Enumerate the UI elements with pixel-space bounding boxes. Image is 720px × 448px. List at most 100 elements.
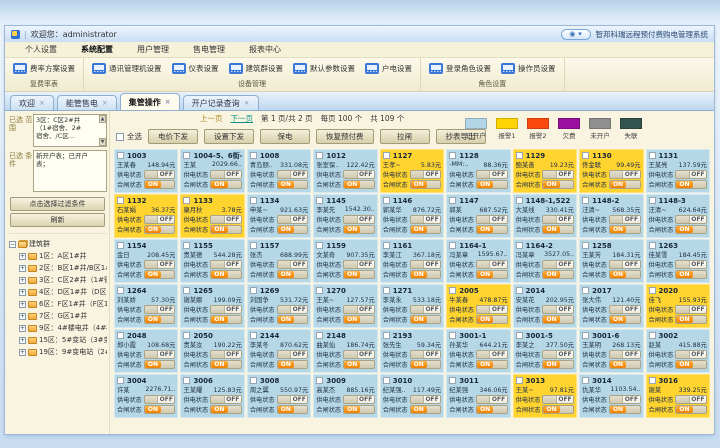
meter-card[interactable]: 1271 李某永 533.18元 供电状态 OFF 合闸状态 ON (380, 284, 444, 328)
switch-on-toggle[interactable]: ON (210, 315, 242, 324)
switch-on-toggle[interactable]: ON (144, 315, 176, 324)
tree-expander-icon[interactable]: + (19, 337, 26, 344)
switch-on-toggle[interactable]: ON (410, 360, 442, 369)
ribbon-button[interactable]: 户电设置 (360, 61, 417, 76)
switch-on-toggle[interactable]: ON (542, 315, 574, 324)
meter-card[interactable]: 1154 金日 208.45元 供电状态 OFF 合闸状态 ON (114, 239, 178, 283)
switch-on-toggle[interactable]: ON (542, 360, 574, 369)
supply-off-toggle[interactable]: OFF (210, 170, 242, 179)
switch-on-toggle[interactable]: ON (210, 180, 242, 189)
supply-off-toggle[interactable]: OFF (542, 350, 574, 359)
tree-item[interactable]: + 9区：4#楼电井（4#楼… (9, 322, 107, 334)
meter-card[interactable]: 1134 申某~ 921.63元 供电状态 OFF 合闸状态 ON (247, 194, 311, 238)
card-checkbox[interactable] (117, 152, 124, 159)
switch-on-toggle[interactable]: ON (410, 270, 442, 279)
select-all-checkbox[interactable] (116, 133, 124, 141)
supply-off-toggle[interactable]: OFF (343, 260, 375, 269)
supply-off-toggle[interactable]: OFF (675, 215, 707, 224)
tree-expander-icon[interactable]: + (19, 313, 26, 320)
switch-on-toggle[interactable]: ON (410, 180, 442, 189)
supply-off-toggle[interactable]: OFF (144, 350, 176, 359)
tree-expander-icon[interactable]: + (19, 289, 26, 296)
filter-select-button[interactable]: 点击选择过滤条件 (10, 197, 105, 211)
switch-on-toggle[interactable]: ON (609, 180, 641, 189)
tree-expander-icon[interactable]: + (19, 277, 26, 284)
ribbon-button[interactable]: 操作员设置 (496, 61, 561, 76)
tree-expander-icon[interactable]: + (19, 325, 26, 332)
card-checkbox[interactable] (117, 242, 124, 249)
card-checkbox[interactable] (250, 377, 257, 384)
switch-on-toggle[interactable]: ON (609, 315, 641, 324)
supply-off-toggle[interactable]: OFF (144, 305, 176, 314)
card-checkbox[interactable] (383, 242, 390, 249)
meter-card[interactable]: 2017 张大伟 121.40元 供电状态 OFF 合闸状态 ON (579, 284, 643, 328)
meter-card[interactable]: 3016 谢某 339.25元 供电状态 OFF 合闸状态 ON (646, 374, 710, 418)
supply-off-toggle[interactable]: OFF (277, 350, 309, 359)
next-page-link[interactable]: 下一页 (231, 113, 254, 124)
meter-card[interactable]: 1003 王某春 148.94元 供电状态 OFF 合闸状态 ON (114, 149, 178, 193)
supply-off-toggle[interactable]: OFF (675, 395, 707, 404)
ribbon-button[interactable]: 默认参数设置 (288, 61, 360, 76)
meter-card[interactable]: 1157 张杰 688.99元 供电状态 OFF 合闸状态 ON (247, 239, 311, 283)
switch-on-toggle[interactable]: ON (343, 360, 375, 369)
card-checkbox[interactable] (383, 332, 390, 339)
card-checkbox[interactable] (649, 377, 656, 384)
switch-on-toggle[interactable]: ON (210, 360, 242, 369)
supply-off-toggle[interactable]: OFF (277, 260, 309, 269)
card-checkbox[interactable] (582, 152, 589, 159)
card-checkbox[interactable] (649, 242, 656, 249)
supply-off-toggle[interactable]: OFF (343, 305, 375, 314)
card-checkbox[interactable] (516, 242, 523, 249)
card-checkbox[interactable] (649, 152, 656, 159)
switch-on-toggle[interactable]: ON (144, 405, 176, 414)
meter-card[interactable]: 1269 刘国争 531.72元 供电状态 OFF 合闸状态 ON (247, 284, 311, 328)
tab-close-icon[interactable]: × (39, 99, 45, 107)
meter-card[interactable]: 1128 -MM:.. 88.36元 供电状态 OFF 合闸状态 ON (446, 149, 510, 193)
card-checkbox[interactable] (383, 197, 390, 204)
switch-on-toggle[interactable]: ON (675, 270, 707, 279)
switch-on-toggle[interactable]: ON (609, 225, 641, 234)
supply-off-toggle[interactable]: OFF (675, 305, 707, 314)
card-checkbox[interactable] (316, 197, 323, 204)
card-checkbox[interactable] (516, 377, 523, 384)
supply-off-toggle[interactable]: OFF (277, 305, 309, 314)
supply-off-toggle[interactable]: OFF (343, 395, 375, 404)
supply-off-toggle[interactable]: OFF (410, 260, 442, 269)
switch-on-toggle[interactable]: ON (542, 180, 574, 189)
meter-card[interactable]: 3002 赵某 415.88元 供电状态 OFF 合闸状态 ON (646, 329, 710, 373)
supply-off-toggle[interactable]: OFF (144, 215, 176, 224)
supply-off-toggle[interactable]: OFF (476, 260, 508, 269)
card-checkbox[interactable] (117, 377, 124, 384)
supply-off-toggle[interactable]: OFF (609, 395, 641, 404)
menu-item-2[interactable]: 系统配置 (69, 42, 125, 57)
meter-card[interactable]: 1148-3 汪清~ 624.64元 供电状态 OFF 合闸状态 ON (646, 194, 710, 238)
switch-on-toggle[interactable]: ON (144, 360, 176, 369)
meter-card[interactable]: 1146 郭某华 876.72元 供电状态 OFF 合闸状态 ON (380, 194, 444, 238)
meter-card[interactable]: 1148-2 汪清~ 568.35元 供电状态 OFF 合闸状态 ON (579, 194, 643, 238)
selected-range-listbox[interactable]: 3区：C区2#井 （1#宿舍、2# 宿舍、/C区… ▲ ▼ (33, 114, 107, 147)
card-checkbox[interactable] (316, 287, 323, 294)
meter-card[interactable]: 1270 王某~ 127.57元 供电状态 OFF 合闸状态 ON (313, 284, 377, 328)
card-checkbox[interactable] (250, 332, 257, 339)
supply-off-toggle[interactable]: OFF (542, 395, 574, 404)
switch-on-toggle[interactable]: ON (609, 405, 641, 414)
supply-off-toggle[interactable]: OFF (675, 170, 707, 179)
supply-off-toggle[interactable]: OFF (410, 350, 442, 359)
card-checkbox[interactable] (183, 152, 190, 159)
supply-off-toggle[interactable]: OFF (476, 395, 508, 404)
card-checkbox[interactable] (250, 242, 257, 249)
meter-card[interactable]: 1263 佳某雪 184.45元 供电状态 OFF 合闸状态 ON (646, 239, 710, 283)
meter-card[interactable]: 1004-5、6街— 王某 2029.66.. 供电状态 OFF 合闸状态 ON (180, 149, 244, 193)
switch-on-toggle[interactable]: ON (675, 225, 707, 234)
meter-card[interactable]: 1008 青岛颐.. 331.08元 供电状态 OFF 合闸状态 ON (247, 149, 311, 193)
supply-off-toggle[interactable]: OFF (609, 170, 641, 179)
ribbon-button[interactable]: 费率方案设置 (8, 61, 80, 76)
tree-item[interactable]: + 1区：A区1#井 (9, 250, 107, 262)
card-checkbox[interactable] (316, 377, 323, 384)
switch-on-toggle[interactable]: ON (210, 270, 242, 279)
card-checkbox[interactable] (649, 287, 656, 294)
supply-off-toggle[interactable]: OFF (675, 350, 707, 359)
supply-off-toggle[interactable]: OFF (476, 215, 508, 224)
card-checkbox[interactable] (250, 197, 257, 204)
meter-card[interactable]: 2144 李某冬 870.62元 供电状态 OFF 合闸状态 ON (247, 329, 311, 373)
